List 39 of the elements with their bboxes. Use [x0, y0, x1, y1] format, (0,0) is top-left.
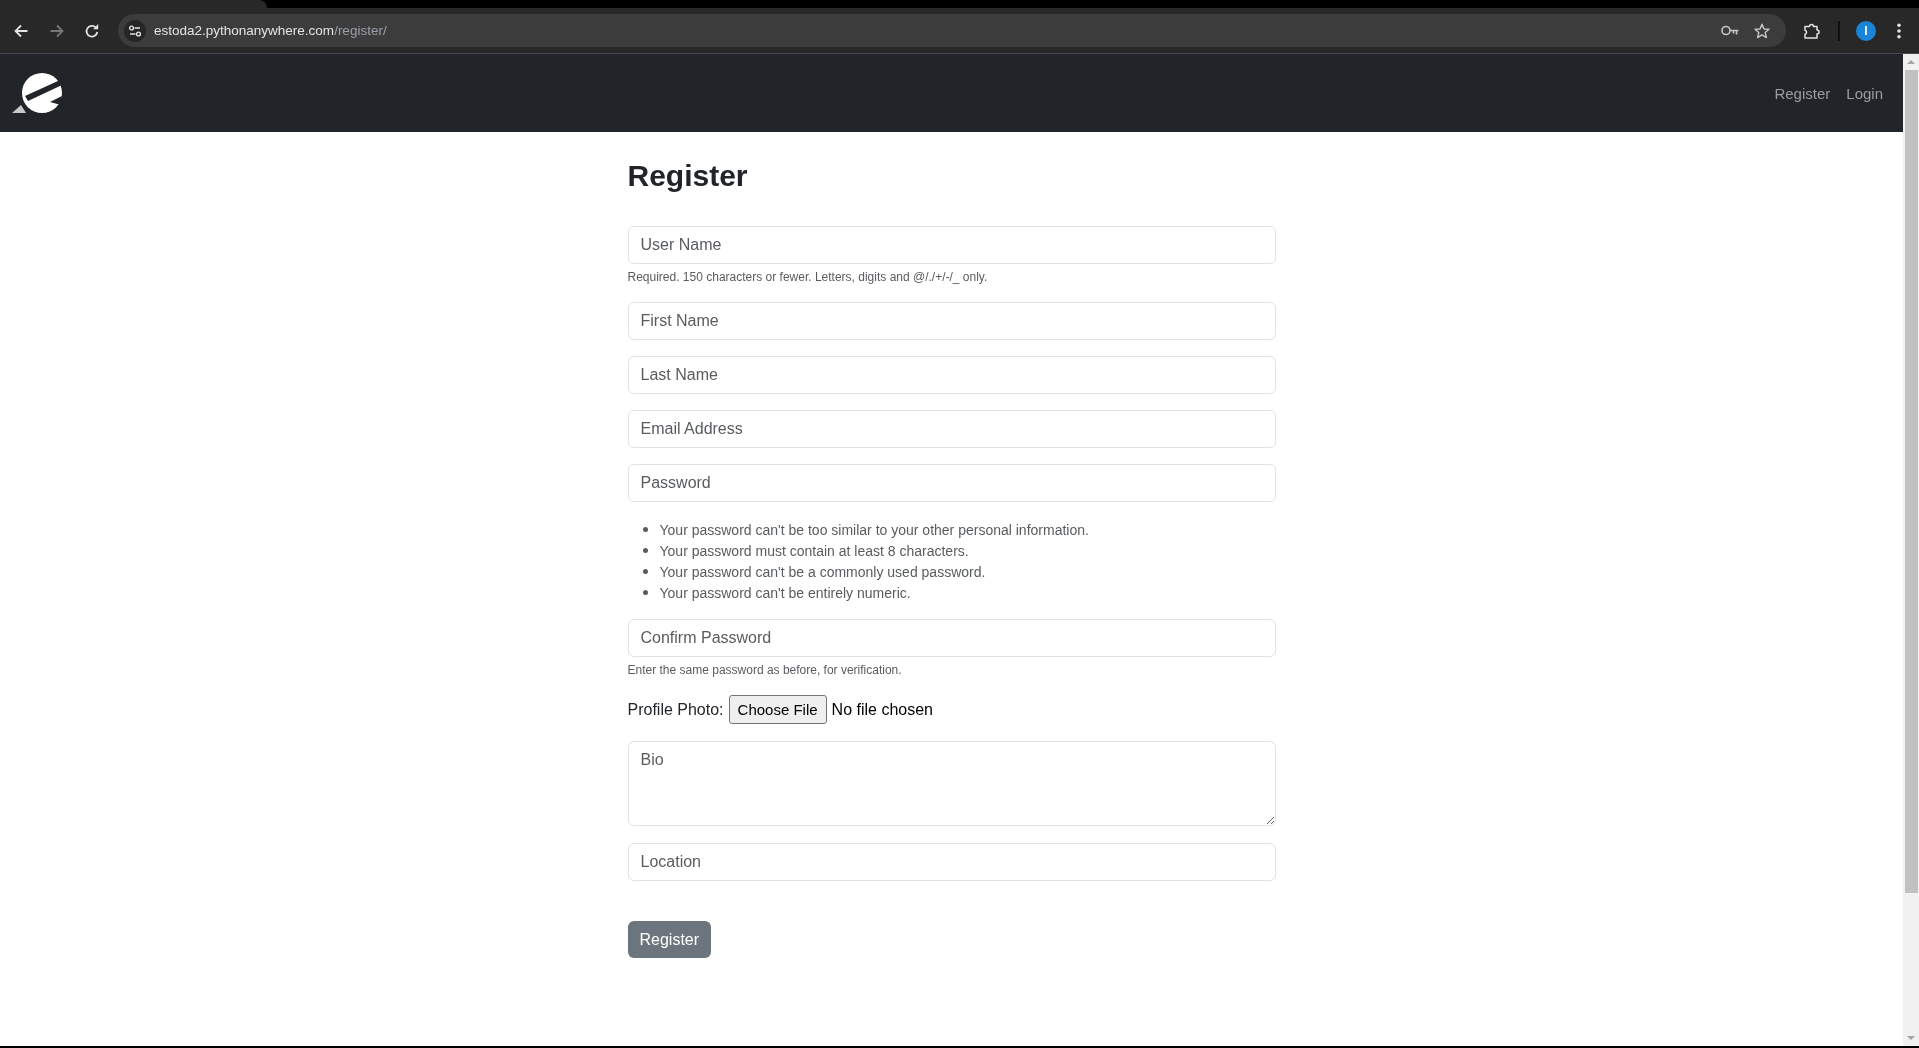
- choose-file-button[interactable]: Choose File: [728, 695, 827, 724]
- input-field[interactable]: User Name: [627, 226, 1276, 264]
- input-field[interactable]: First Name: [627, 302, 1276, 340]
- bullet-icon: [642, 527, 648, 532]
- submit-button[interactable]: Register: [627, 921, 712, 958]
- puzzle-icon[interactable]: [1803, 21, 1821, 40]
- address-bar[interactable]: estoda2.pythonanywhere.com/register/: [118, 14, 1786, 47]
- site-settings-icon[interactable]: [124, 19, 146, 42]
- field-label: Profile Photo:: [627, 700, 724, 719]
- url-text[interactable]: estoda2.pythonanywhere.com/register/: [154, 23, 387, 38]
- back-arrow-icon[interactable]: [13, 22, 29, 39]
- bullet-icon: [642, 548, 648, 553]
- nav-link[interactable]: Login: [1846, 84, 1883, 102]
- star-icon[interactable]: [1754, 22, 1770, 39]
- help-list-item: Your password can't be too similar to your other personal information.: [659, 521, 1089, 538]
- more-menu-icon[interactable]: [1897, 22, 1901, 39]
- bullet-icon: [642, 569, 648, 574]
- page-title: Register: [627, 158, 749, 194]
- profile-avatar[interactable]: I: [1856, 20, 1876, 41]
- input-field[interactable]: Email Address: [627, 410, 1276, 448]
- input-field[interactable]: Location: [627, 843, 1276, 881]
- input-field[interactable]: Confirm Password: [627, 619, 1276, 657]
- help-text: Required. 150 characters or fewer. Letters, digits and @/./+/-/_ only.: [627, 269, 989, 286]
- key-icon[interactable]: [1721, 25, 1739, 36]
- file-status-text: No file chosen: [831, 700, 933, 719]
- help-list-item: Your password must contain at least 8 characters.: [659, 542, 969, 559]
- forward-arrow-icon[interactable]: [49, 22, 65, 39]
- input-field[interactable]: Password: [627, 464, 1276, 502]
- help-text: Enter the same password as before, for verification.: [627, 662, 903, 679]
- scrollbar[interactable]: [1903, 54, 1919, 1046]
- reload-icon[interactable]: [84, 22, 100, 39]
- bullet-icon: [642, 590, 648, 595]
- nav-link[interactable]: Register: [1774, 84, 1831, 102]
- scrollbar-thumb[interactable]: [1905, 70, 1918, 893]
- textarea-field[interactable]: Bio: [627, 741, 1276, 826]
- help-list-item: Your password can't be a commonly used password.: [659, 563, 986, 580]
- help-list-item: Your password can't be entirely numeric.: [659, 584, 911, 601]
- input-field[interactable]: Last Name: [627, 356, 1276, 394]
- logo-icon[interactable]: [12, 72, 62, 114]
